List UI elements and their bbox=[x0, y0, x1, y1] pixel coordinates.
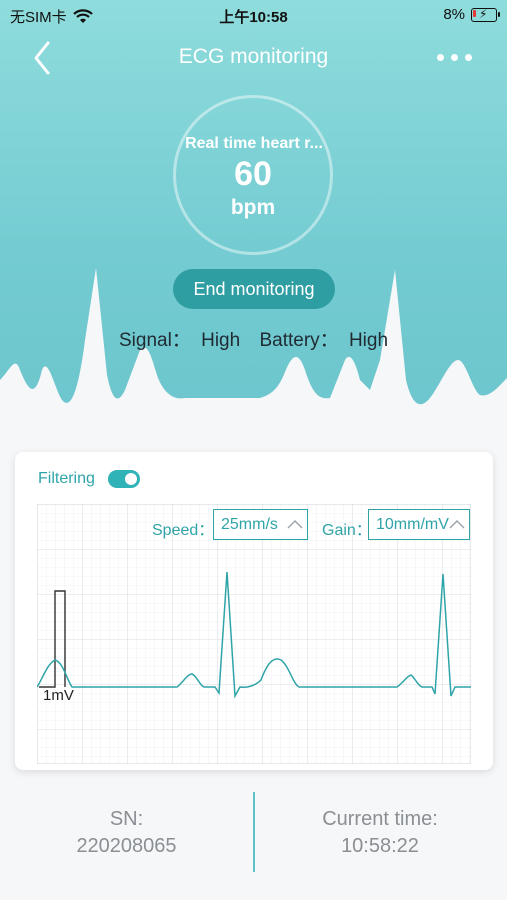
gain-select[interactable]: 10mm/mV bbox=[368, 509, 470, 540]
sn-value: 220208065 bbox=[76, 835, 177, 857]
speed-label: Speed： bbox=[152, 522, 215, 539]
sn-label: SN: bbox=[109, 808, 144, 830]
device-status-row: Signal： High Battery： High bbox=[0, 325, 507, 352]
battery-value: High bbox=[348, 330, 389, 351]
gain-label: Gain： bbox=[322, 522, 372, 539]
signal-value: High bbox=[201, 330, 241, 351]
ecg-grid bbox=[37, 504, 471, 764]
gain-value: 10mm/mV bbox=[376, 515, 449, 533]
calibration-label: 1mV bbox=[43, 687, 74, 704]
sn-block: SN: 220208065 bbox=[0, 806, 253, 860]
current-time-label: Current time: bbox=[322, 808, 438, 830]
speed-select[interactable]: 25mm/s bbox=[213, 509, 308, 540]
ecg-chart bbox=[37, 504, 471, 764]
heart-rate-label: Real time heart r... bbox=[185, 135, 323, 152]
chevron-up-icon bbox=[287, 520, 303, 529]
battery-icon: ⚡ bbox=[471, 7, 500, 22]
nav-bar: ECG monitoring bbox=[0, 35, 507, 81]
battery-percent: 8% bbox=[443, 6, 465, 23]
status-time: 上午10:58 bbox=[219, 9, 288, 26]
status-bar: 无SIM卡 上午10:58 8% ⚡ bbox=[0, 0, 507, 30]
battery-label: Battery： bbox=[259, 330, 339, 351]
toggle-knob bbox=[125, 473, 137, 485]
speed-value: 25mm/s bbox=[221, 515, 278, 533]
filtering-toggle[interactable] bbox=[108, 470, 140, 488]
chevron-up-icon bbox=[449, 520, 465, 529]
current-time-block: Current time: 10:58:22 bbox=[253, 806, 507, 860]
current-time-value: 10:58:22 bbox=[341, 835, 419, 857]
more-options-button[interactable] bbox=[437, 49, 477, 65]
dot-icon bbox=[465, 53, 472, 61]
filtering-label: Filtering bbox=[38, 470, 95, 487]
status-right: 8% ⚡ bbox=[443, 6, 500, 23]
end-monitoring-button[interactable]: End monitoring bbox=[173, 269, 335, 309]
page-title: ECG monitoring bbox=[178, 45, 329, 68]
heart-rate-value: 60 bbox=[234, 155, 272, 193]
signal-label: Signal： bbox=[118, 330, 191, 351]
heart-rate-unit: bpm bbox=[230, 196, 276, 219]
dot-icon bbox=[451, 53, 458, 61]
dot-icon bbox=[437, 53, 444, 61]
ecg-card: Filtering bbox=[15, 452, 493, 770]
